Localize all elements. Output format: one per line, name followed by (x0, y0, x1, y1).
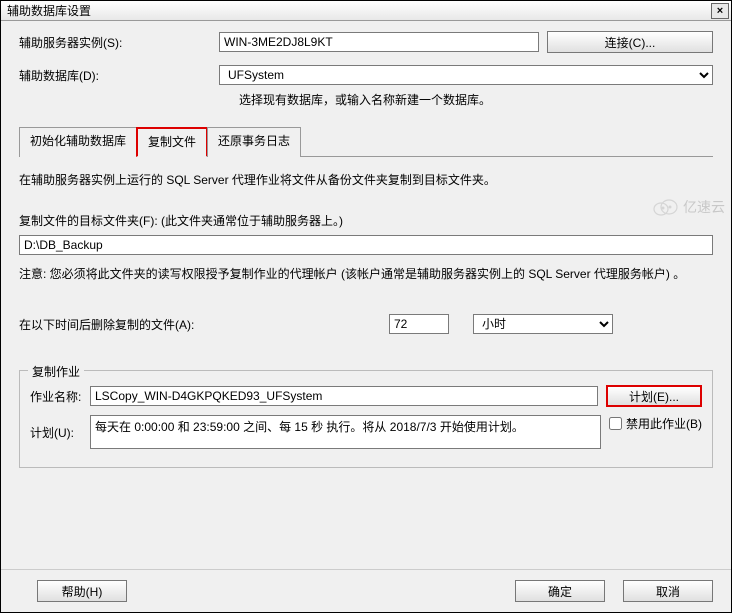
server-label: 辅助服务器实例(S): (19, 34, 219, 51)
help-button[interactable]: 帮助(H) (37, 580, 127, 602)
copy-job-group: 复制作业 作业名称: 计划(E)... 计划(U): 每天在 0:00:00 和… (19, 370, 713, 468)
dest-folder-label: 复制文件的目标文件夹(F): (此文件夹通常位于辅助服务器上。) (19, 212, 713, 229)
database-hint: 选择现有数据库，或输入名称新建一个数据库。 (239, 91, 713, 108)
dialog-window: 辅助数据库设置 × 辅助服务器实例(S): 连接(C)... 辅助数据库(D):… (0, 0, 732, 613)
database-label: 辅助数据库(D): (19, 67, 219, 84)
permission-note: 注意: 您必须将此文件夹的读写权限授予复制作业的代理帐户 (该帐户通常是辅助服务… (19, 265, 713, 284)
database-select[interactable]: UFSystem (219, 65, 713, 85)
dialog-footer: 帮助(H) 确定 取消 (1, 569, 731, 612)
disable-job-text: 禁用此作业(B) (626, 415, 702, 432)
delete-after-label: 在以下时间后删除复制的文件(A): (19, 316, 389, 333)
delete-after-stepper[interactable] (389, 314, 449, 334)
plan-button[interactable]: 计划(E)... (606, 385, 702, 407)
tab-restore[interactable]: 还原事务日志 (207, 127, 301, 157)
tab-copy-body: 在辅助服务器实例上运行的 SQL Server 代理作业将文件从备份文件夹复制到… (19, 157, 713, 468)
connect-button[interactable]: 连接(C)... (547, 31, 713, 53)
job-name-row: 作业名称: 计划(E)... (30, 385, 702, 407)
dest-folder-input[interactable] (19, 235, 713, 255)
delete-after-row: 在以下时间后删除复制的文件(A): 小时 (19, 314, 713, 334)
job-name-input (90, 386, 598, 406)
disable-job-checkbox[interactable] (609, 417, 622, 430)
server-instance-input (219, 32, 539, 52)
tab-init[interactable]: 初始化辅助数据库 (19, 127, 137, 157)
schedule-row: 计划(U): 每天在 0:00:00 和 23:59:00 之间、每 15 秒 … (30, 415, 702, 449)
schedule-text: 每天在 0:00:00 和 23:59:00 之间、每 15 秒 执行。将从 2… (90, 415, 601, 449)
close-icon[interactable]: × (711, 3, 729, 19)
copy-description: 在辅助服务器实例上运行的 SQL Server 代理作业将文件从备份文件夹复制到… (19, 171, 713, 188)
database-row: 辅助数据库(D): UFSystem (19, 65, 713, 85)
copy-job-group-title: 复制作业 (28, 363, 84, 380)
dialog-title: 辅助数据库设置 (3, 2, 711, 19)
content-area: 辅助服务器实例(S): 连接(C)... 辅助数据库(D): UFSystem … (1, 21, 731, 468)
job-name-label: 作业名称: (30, 388, 90, 405)
schedule-label: 计划(U): (30, 424, 90, 441)
tab-strip: 初始化辅助数据库 复制文件 还原事务日志 (19, 126, 713, 157)
tab-copy[interactable]: 复制文件 (136, 127, 208, 157)
disable-job-checkbox-label[interactable]: 禁用此作业(B) (609, 415, 702, 432)
cancel-button[interactable]: 取消 (623, 580, 713, 602)
titlebar: 辅助数据库设置 × (1, 1, 731, 21)
ok-button[interactable]: 确定 (515, 580, 605, 602)
server-row: 辅助服务器实例(S): 连接(C)... (19, 31, 713, 53)
delete-unit-select[interactable]: 小时 (473, 314, 613, 334)
